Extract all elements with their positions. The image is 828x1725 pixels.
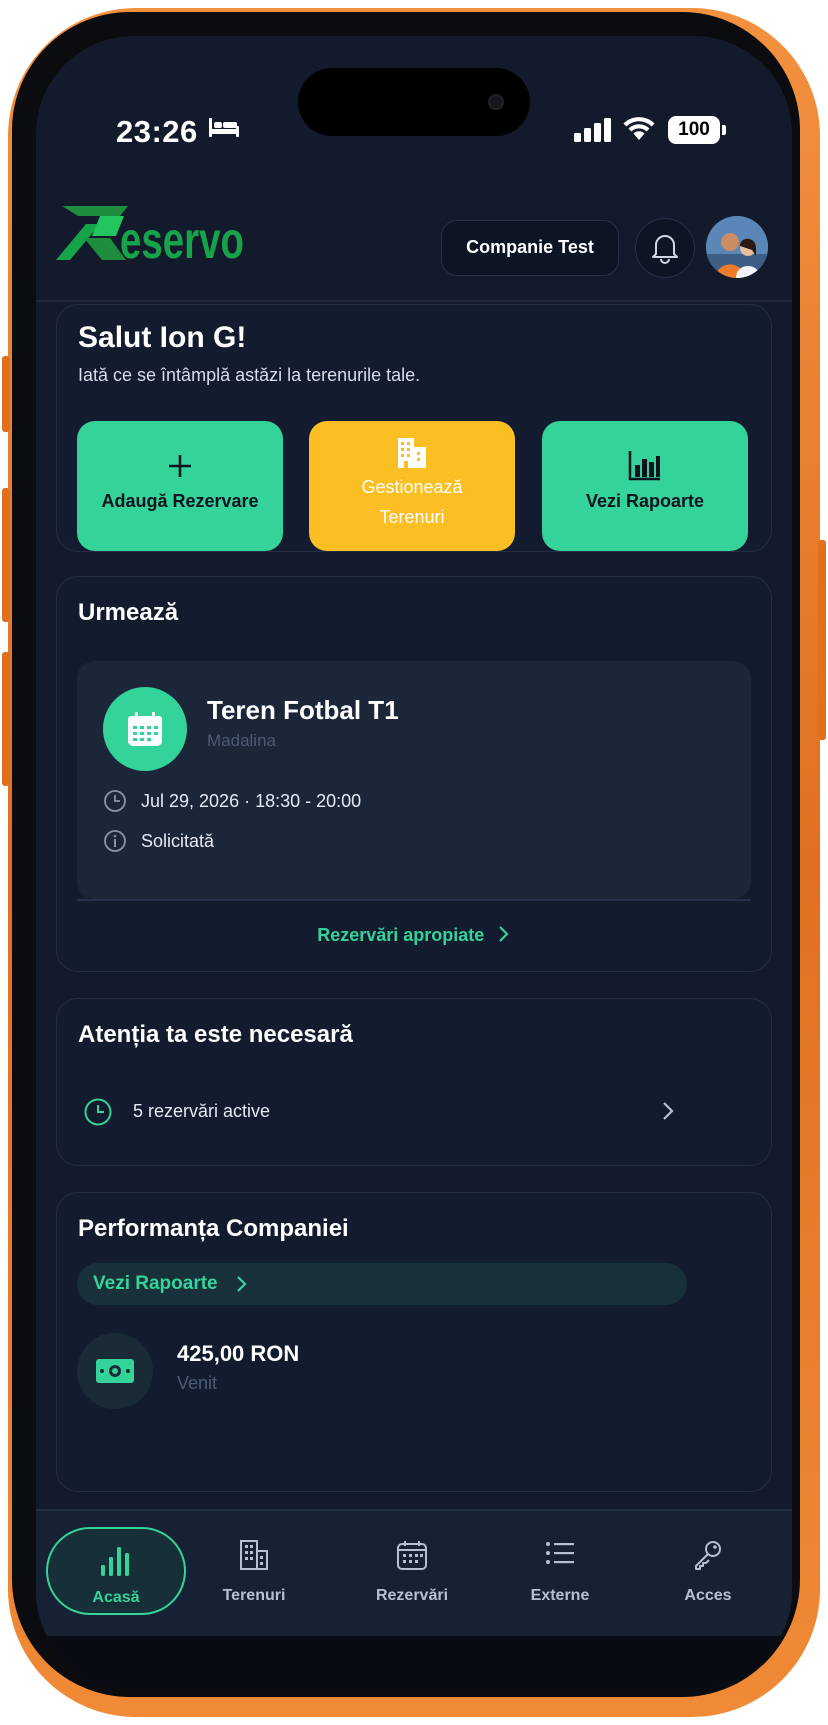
camera-icon (488, 94, 504, 110)
status-bar: 23:26 100 (36, 36, 792, 176)
side-button-power (818, 540, 826, 740)
company-selector[interactable]: Companie Test (441, 220, 619, 276)
nav-home[interactable]: Acasă (46, 1527, 186, 1615)
calendar-icon (397, 1541, 427, 1570)
bar-chart-icon (628, 451, 660, 481)
manage-fields-button[interactable]: Gestionează Terenuri (309, 421, 515, 551)
upcoming-card: Urmează Teren Fotbal T1 Madalina Jul 29,… (56, 576, 772, 972)
greeting-title: Salut Ion G! (78, 321, 247, 354)
revenue-label: Venit (177, 1373, 218, 1393)
nav-access[interactable]: Acces (638, 1527, 778, 1615)
building-icon (398, 438, 426, 468)
side-button-volume-down (2, 652, 10, 786)
status-time: 23:26 (116, 114, 198, 149)
nav-external-label: Externe (530, 1587, 590, 1604)
revenue-icon-wrap (77, 1333, 153, 1409)
app-header: eservo Companie Test (36, 176, 792, 302)
reservo-logo: eservo (56, 206, 244, 264)
upcoming-title: Urmează (78, 599, 179, 626)
active-bookings-label: 5 rezervări active (133, 1101, 271, 1121)
money-icon (96, 1359, 134, 1383)
performance-card: Performanța Companiei Vezi Rapoarte 425,… (56, 1192, 772, 1492)
revenue-value: 425,00 RON (177, 1341, 300, 1366)
plus-icon (169, 455, 191, 477)
bar-chart-icon (101, 1547, 129, 1576)
add-booking-label: Adaugă Rezervare (101, 491, 259, 511)
booking-avatar (103, 687, 187, 771)
add-booking-button[interactable]: Adaugă Rezervare (77, 421, 283, 551)
calendar-icon (128, 712, 162, 746)
clock-icon (84, 1098, 112, 1126)
view-reports-label: Vezi Rapoarte (585, 491, 705, 511)
attention-title: Atenția ta este necesară (78, 1021, 353, 1048)
side-button-volume-up (2, 488, 10, 622)
nav-home-label: Acasă (92, 1589, 140, 1606)
svg-text:eservo: eservo (120, 212, 244, 264)
nav-external[interactable]: Externe (490, 1527, 630, 1615)
reports-link[interactable]: Vezi Rapoarte (77, 1263, 687, 1305)
info-icon (104, 830, 126, 852)
sleep-icon (209, 118, 239, 137)
nav-bookings-label: Rezervări (375, 1587, 449, 1604)
battery-tip (722, 125, 726, 135)
active-bookings-row[interactable]: 5 rezervări active (77, 1087, 751, 1137)
home-indicator-area (36, 1636, 792, 1689)
chevron-right-icon (237, 1276, 247, 1292)
nav-access-label: Acces (684, 1587, 732, 1604)
chevron-right-icon (498, 926, 509, 942)
building-icon (240, 1540, 268, 1570)
battery-level: 100 (668, 116, 720, 144)
manage-fields-label-line1: Gestionează (361, 477, 463, 497)
nav-fields-label: Terenuri (222, 1587, 286, 1604)
nav-bookings[interactable]: Rezervări (342, 1527, 482, 1615)
divider (77, 899, 751, 901)
clock-icon (104, 790, 126, 812)
chevron-right-icon (663, 1102, 674, 1120)
attention-card: Atenția ta este necesară 5 rezervări act… (56, 998, 772, 1166)
booking-status: Solicitată (141, 831, 215, 851)
view-reports-button[interactable]: Vezi Rapoarte (542, 421, 748, 551)
reports-link-label: Vezi Rapoarte (93, 1273, 218, 1294)
cellular-signal-icon (574, 118, 611, 142)
performance-title: Performanța Companiei (78, 1215, 349, 1242)
upcoming-bookings-link[interactable]: Rezervări apropiate (57, 925, 771, 946)
bell-icon (652, 235, 678, 264)
booking-field-name: Teren Fotbal T1 (207, 695, 399, 725)
booking-datetime: Jul 29, 2026 · 18:30 - 20:00 (141, 791, 362, 811)
list-icon (546, 1542, 574, 1564)
side-button-mute (2, 356, 10, 432)
screen: 23:26 100 eservo Companie Test Salut Ion… (36, 36, 792, 1689)
user-avatar[interactable] (706, 216, 768, 278)
manage-fields-label-line2: Terenuri (379, 507, 445, 527)
nav-fields[interactable]: Terenuri (184, 1527, 324, 1615)
key-icon (695, 1541, 721, 1570)
avatar-photo (706, 216, 768, 278)
welcome-card: Salut Ion G! Iată ce se întâmplă astăzi … (56, 304, 772, 552)
greeting-subtitle: Iată ce se întâmplă astăzi la terenurile… (78, 365, 421, 385)
wifi-icon (623, 117, 655, 140)
upcoming-bookings-label: Rezervări apropiate (317, 925, 485, 945)
booking-customer: Madalina (207, 731, 276, 750)
upcoming-booking[interactable]: Teren Fotbal T1 Madalina Jul 29, 2026 · … (77, 661, 751, 899)
notifications-button[interactable] (635, 218, 695, 278)
